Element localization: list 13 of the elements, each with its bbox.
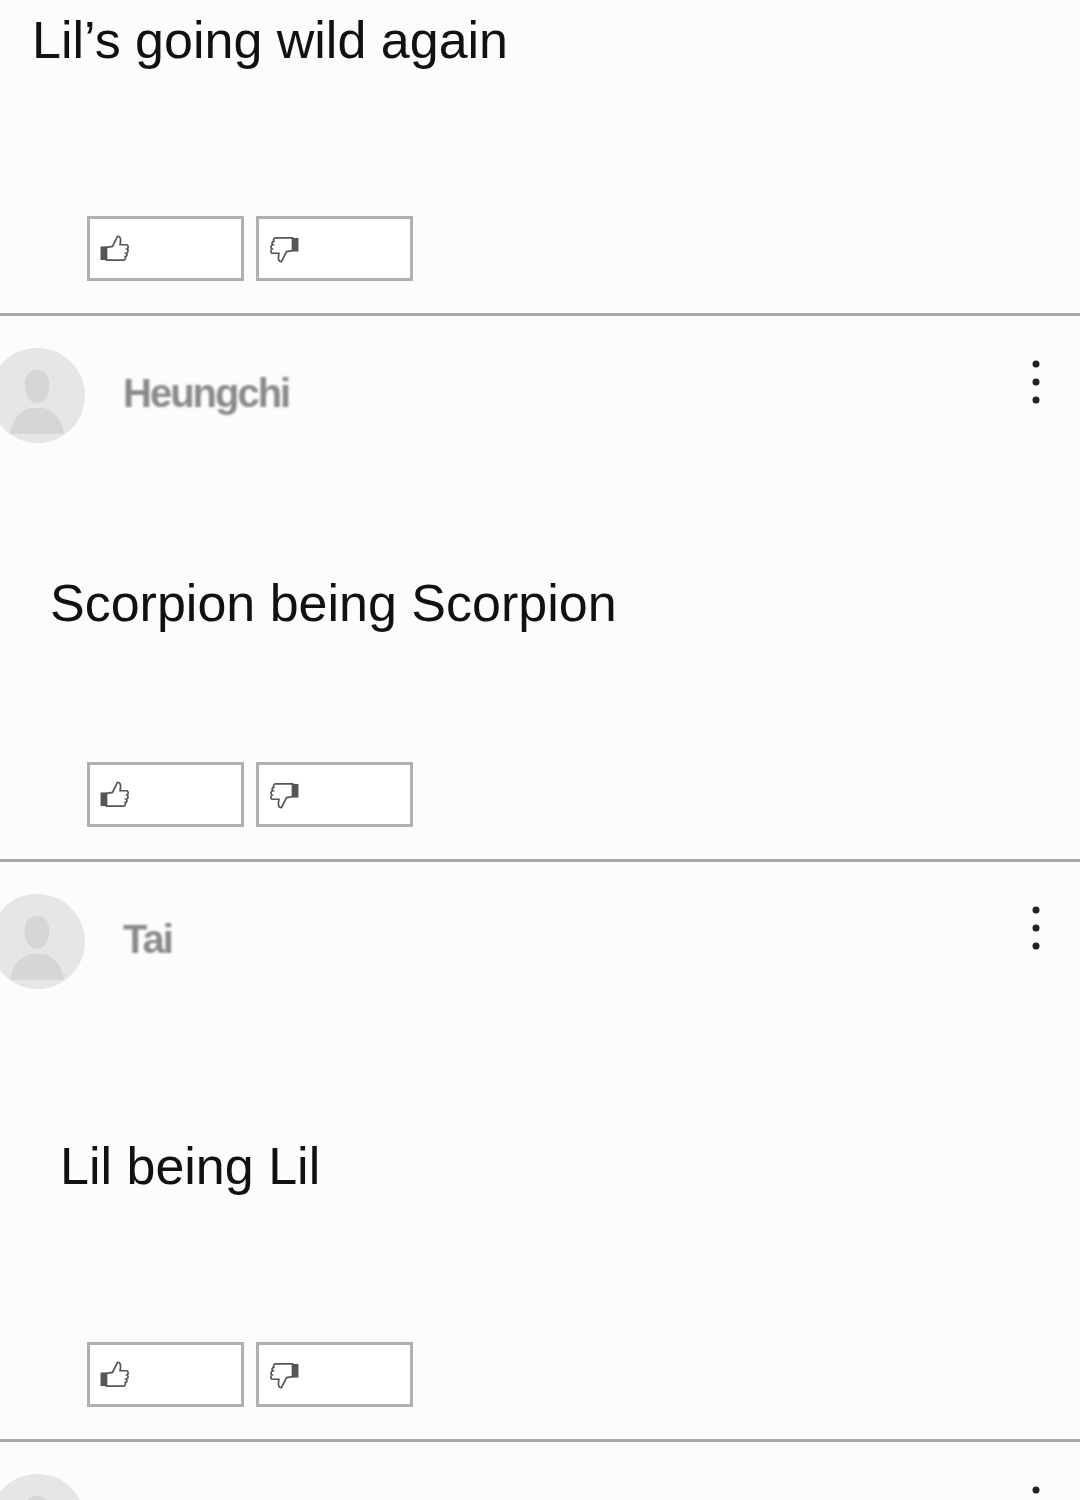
user-name[interactable]: Heungchi [123,371,290,416]
more-icon[interactable] [1032,360,1040,404]
like-button[interactable] [87,216,244,281]
like-button[interactable] [87,1342,244,1407]
dislike-button[interactable] [256,1342,413,1407]
dislike-button[interactable] [256,216,413,281]
comment-text: Lil’s going wild again [32,10,509,70]
comment-text: Scorpion being Scorpion [50,572,617,633]
user-name[interactable]: Tai [123,917,172,962]
dislike-button[interactable] [256,762,413,827]
like-button[interactable] [87,762,244,827]
more-icon[interactable] [1032,906,1040,950]
comment-text: Lil being Lil [60,1135,321,1196]
